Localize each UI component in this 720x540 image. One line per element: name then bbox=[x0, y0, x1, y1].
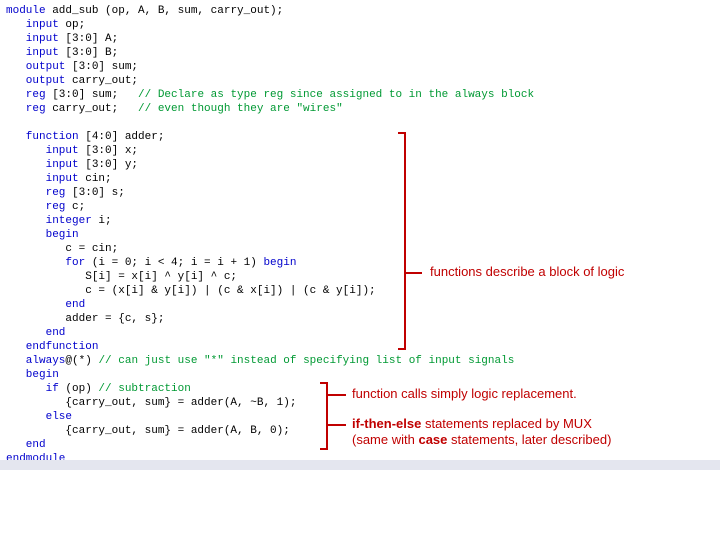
annotation-text: statements replaced by MUX bbox=[421, 416, 592, 431]
kw-reg: reg bbox=[6, 201, 65, 213]
annotation-bold: if-then-else bbox=[352, 416, 421, 431]
code-text: op; bbox=[59, 19, 85, 31]
kw-input: input bbox=[6, 173, 79, 185]
kw-end: end bbox=[6, 327, 65, 339]
code-text: [3:0] s; bbox=[65, 187, 124, 199]
code-text: carry_out; bbox=[65, 75, 138, 87]
kw-begin: begin bbox=[263, 257, 296, 269]
arrow-function bbox=[404, 272, 422, 274]
code-text: [4:0] adder; bbox=[79, 131, 165, 143]
code-text: c = (x[i] & y[i]) | (c & x[i]) | (c & y[… bbox=[6, 285, 376, 297]
code-text: [3:0] sum; bbox=[46, 89, 138, 101]
comment: // can just use "*" instead of specifyin… bbox=[98, 355, 514, 367]
kw-input: input bbox=[6, 159, 79, 171]
code-text: i; bbox=[92, 215, 112, 227]
kw-end: end bbox=[6, 299, 85, 311]
annotation-functions: functions describe a block of logic bbox=[430, 264, 624, 280]
code-text: S[i] = x[i] ^ y[i] ^ c; bbox=[6, 271, 237, 283]
kw-module: module bbox=[6, 5, 46, 17]
kw-for: for bbox=[6, 257, 85, 269]
annotation-text: statements, later described) bbox=[447, 432, 611, 447]
code-text: {carry_out, sum} = adder(A, B, 0); bbox=[6, 425, 290, 437]
annotation-bold: case bbox=[418, 432, 447, 447]
bracket-function bbox=[398, 132, 406, 350]
kw-reg: reg bbox=[6, 89, 46, 101]
footer-band bbox=[0, 460, 720, 470]
kw-output: output bbox=[6, 75, 65, 87]
kw-always: always bbox=[6, 355, 65, 367]
code-text: [3:0] y; bbox=[79, 159, 138, 171]
code-text: add_sub (op, A, B, sum, carry_out); bbox=[46, 5, 284, 17]
kw-output: output bbox=[6, 61, 65, 73]
code-text: carry_out; bbox=[46, 103, 138, 115]
annotation-text: function calls simply logic replacement. bbox=[352, 386, 577, 401]
code-text: (op) bbox=[59, 383, 99, 395]
kw-integer: integer bbox=[6, 215, 92, 227]
code-text: (i = 0; i < 4; i = i + 1) bbox=[85, 257, 263, 269]
arrow-mux bbox=[326, 424, 346, 426]
kw-function: function bbox=[6, 131, 79, 143]
kw-input: input bbox=[6, 47, 59, 59]
kw-input: input bbox=[6, 19, 59, 31]
annotation-text: functions describe a block of logic bbox=[430, 264, 624, 279]
code-text: [3:0] sum; bbox=[65, 61, 138, 73]
code-text: @(*) bbox=[65, 355, 98, 367]
annotation-text: (same with bbox=[352, 432, 418, 447]
kw-if: if bbox=[6, 383, 59, 395]
arrow-calls bbox=[326, 394, 346, 396]
blank-line bbox=[6, 116, 714, 130]
kw-else: else bbox=[6, 411, 72, 423]
code-text: c; bbox=[65, 201, 85, 213]
annotation-calls: function calls simply logic replacement. bbox=[352, 386, 577, 402]
code-text: [3:0] B; bbox=[59, 47, 118, 59]
annotation-mux: if-then-else statements replaced by MUX … bbox=[352, 416, 682, 448]
kw-begin: begin bbox=[6, 229, 79, 241]
bracket-always bbox=[320, 382, 328, 450]
code-text: {carry_out, sum} = adder(A, ~B, 1); bbox=[6, 397, 296, 409]
kw-reg: reg bbox=[6, 103, 46, 115]
comment: // Declare as type reg since assigned to… bbox=[138, 89, 534, 101]
kw-begin: begin bbox=[6, 369, 59, 381]
code-text: cin; bbox=[79, 173, 112, 185]
kw-endfunction: endfunction bbox=[6, 341, 98, 353]
comment: // subtraction bbox=[98, 383, 190, 395]
code-text: [3:0] x; bbox=[79, 145, 138, 157]
kw-reg: reg bbox=[6, 187, 65, 199]
kw-input: input bbox=[6, 33, 59, 45]
kw-end: end bbox=[6, 439, 46, 451]
comment: // even though they are "wires" bbox=[138, 103, 343, 115]
code-text: c = cin; bbox=[6, 243, 118, 255]
kw-input: input bbox=[6, 145, 79, 157]
code-text: adder = {c, s}; bbox=[6, 313, 164, 325]
code-text: [3:0] A; bbox=[59, 33, 118, 45]
